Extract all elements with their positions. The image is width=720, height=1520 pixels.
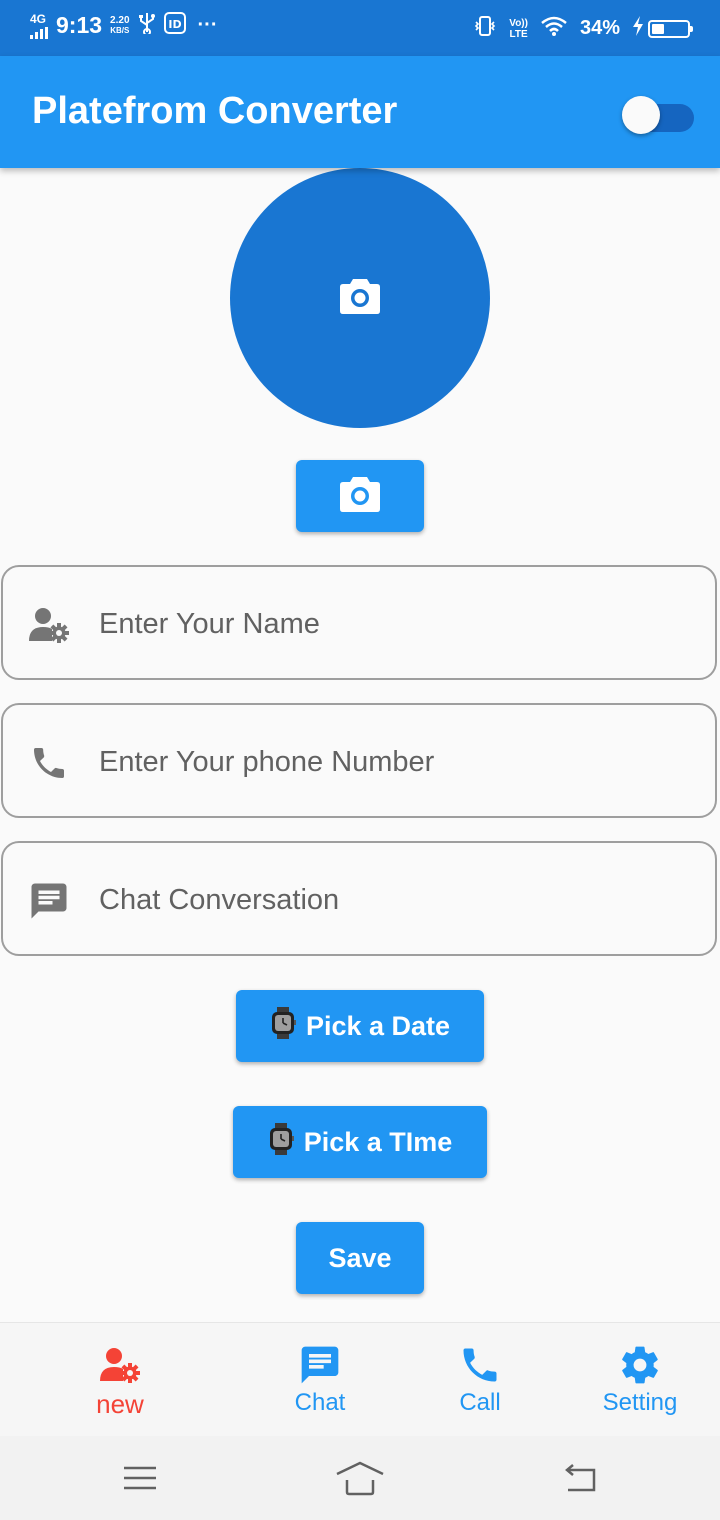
toggle-thumb: [622, 96, 660, 134]
status-bar: 4G 9:13 2.20 KB/S ID ··· Vo)) LTE 34%: [0, 0, 720, 56]
page-title: Platefrom Converter: [32, 90, 398, 132]
more-notifications-icon: ···: [197, 14, 218, 36]
person-gear-icon: [98, 1343, 142, 1387]
name-input[interactable]: [97, 597, 681, 651]
save-button[interactable]: Save: [296, 1222, 424, 1294]
nav-item-setting[interactable]: Setting: [580, 1323, 700, 1437]
chat-input[interactable]: [97, 873, 681, 927]
svg-text:ID: ID: [168, 18, 181, 31]
wifi-icon: [540, 15, 568, 42]
nav-item-chat[interactable]: Chat: [270, 1323, 370, 1437]
usb-icon: [138, 12, 156, 39]
data-speed: 2.20 KB/S: [110, 14, 130, 35]
camera-button[interactable]: [296, 460, 424, 532]
network-type: 4G: [30, 11, 47, 26]
watch-icon: [270, 1006, 296, 1046]
volte-indicator: Vo)) LTE: [509, 17, 528, 40]
signal-icon: [30, 26, 48, 39]
battery-percent: 34%: [579, 17, 620, 39]
profile-avatar[interactable]: [230, 168, 490, 428]
chat-icon: [27, 879, 71, 923]
bottom-navigation: new Chat Call Setting: [0, 1322, 720, 1437]
phone-field-container: [1, 703, 717, 818]
vibrate-icon: [473, 14, 497, 43]
menu-icon[interactable]: [115, 1456, 165, 1500]
pick-date-label: Pick a Date: [305, 1010, 451, 1041]
nav-label: Setting: [602, 1389, 678, 1416]
pick-time-label: Pick a TIme: [303, 1126, 453, 1157]
charging-icon: [632, 16, 644, 41]
chat-icon: [298, 1343, 342, 1387]
chat-field-container: [1, 841, 717, 956]
name-field-container: [1, 565, 717, 680]
phone-icon: [27, 741, 71, 785]
gear-icon: [618, 1343, 662, 1387]
nav-label: new: [96, 1389, 144, 1419]
app-notification-icon: ID: [163, 12, 186, 39]
battery-level: [652, 23, 664, 34]
home-icon[interactable]: [335, 1456, 385, 1500]
pick-date-button[interactable]: Pick a Date: [236, 990, 484, 1062]
nav-item-new[interactable]: new: [70, 1323, 170, 1437]
network-indicator: 4G: [30, 13, 48, 39]
nav-label: Call: [459, 1389, 501, 1416]
camera-icon: [339, 277, 381, 320]
save-label: Save: [328, 1242, 392, 1273]
watch-icon: [268, 1122, 294, 1162]
app-bar: Platefrom Converter: [0, 56, 720, 168]
nav-label: Chat: [294, 1389, 346, 1416]
phone-input[interactable]: [97, 735, 681, 789]
back-icon[interactable]: [555, 1456, 605, 1500]
nav-item-call[interactable]: Call: [430, 1323, 530, 1437]
clock: 9:13: [56, 12, 103, 38]
pick-time-button[interactable]: Pick a TIme: [233, 1106, 487, 1178]
theme-toggle[interactable]: [622, 94, 694, 134]
phone-icon: [458, 1343, 502, 1387]
camera-icon: [339, 475, 381, 518]
battery-icon: [648, 19, 693, 38]
person-gear-icon: [27, 603, 71, 647]
system-navigation-bar: [0, 1436, 720, 1520]
